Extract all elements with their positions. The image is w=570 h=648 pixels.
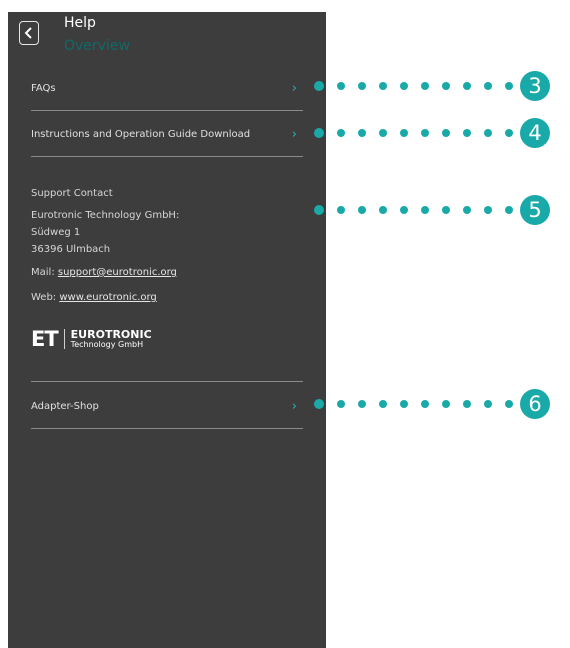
callout-dots — [314, 128, 526, 138]
callout-dot — [505, 129, 513, 137]
callout-dot — [421, 129, 429, 137]
callout-dot — [421, 400, 429, 408]
callout-dot — [442, 400, 450, 408]
callout-dot — [463, 400, 471, 408]
callout-dot — [379, 400, 387, 408]
callout-dot — [484, 400, 492, 408]
callout-dot — [400, 206, 408, 214]
mail-label: Mail: — [31, 267, 55, 278]
callout-dot — [337, 206, 345, 214]
callout-dot — [505, 400, 513, 408]
mail-line: Mail: support@eurotronic.org — [31, 267, 177, 278]
callout-number: 6 — [520, 389, 550, 419]
callout-dot — [442, 206, 450, 214]
callout-dot — [400, 82, 408, 90]
support-contact-heading: Support Contact — [31, 188, 113, 199]
instructions-menu-item[interactable]: Instructions and Operation Guide Downloa… — [31, 119, 303, 149]
divider — [31, 110, 303, 111]
adapter-shop-menu-item[interactable]: Adapter-Shop › — [31, 391, 303, 421]
callout-dot — [379, 129, 387, 137]
city-address: 36396 Ulmbach — [31, 244, 111, 255]
web-label: Web: — [31, 292, 57, 303]
instructions-label: Instructions and Operation Guide Downloa… — [31, 128, 251, 140]
mail-link[interactable]: support@eurotronic.org — [58, 267, 177, 278]
callout-number: 5 — [520, 195, 550, 225]
callout-dot — [421, 206, 429, 214]
web-link[interactable]: www.eurotronic.org — [59, 292, 156, 303]
divider — [31, 428, 303, 429]
callout-dot — [421, 82, 429, 90]
logo-mark: ET — [31, 327, 59, 351]
callout-dot — [337, 129, 345, 137]
help-screen: Help Overview FAQs › Instructions and Op… — [8, 12, 326, 648]
callout-dot — [463, 206, 471, 214]
callout-dot — [463, 129, 471, 137]
company-name: Eurotronic Technology GmbH: — [31, 210, 180, 221]
callout-dot — [484, 129, 492, 137]
callout-dot — [314, 128, 324, 138]
callout-dot — [505, 206, 513, 214]
callout-dot — [314, 399, 324, 409]
callout-dot — [442, 129, 450, 137]
callout-dot — [400, 400, 408, 408]
callout-dot — [314, 81, 324, 91]
callout-dot — [484, 206, 492, 214]
back-button[interactable] — [19, 21, 39, 45]
callout-dots — [314, 81, 526, 91]
chevron-right-icon: › — [291, 126, 297, 142]
page-title: Help — [64, 15, 96, 31]
adapter-shop-label: Adapter-Shop — [31, 400, 99, 412]
callout-6: 6 — [314, 389, 550, 419]
callout-dot — [484, 82, 492, 90]
callout-dot — [358, 129, 366, 137]
callout-dots — [314, 205, 526, 215]
callout-dot — [337, 400, 345, 408]
callout-dot — [442, 82, 450, 90]
callout-dot — [379, 82, 387, 90]
callout-4: 4 — [314, 118, 550, 148]
callout-dot — [379, 206, 387, 214]
chevron-right-icon: › — [291, 80, 297, 96]
callout-dot — [337, 82, 345, 90]
logo-subtitle: Technology GmbH — [70, 339, 144, 349]
street-address: Südweg 1 — [31, 227, 81, 238]
faqs-label: FAQs — [31, 82, 56, 94]
callout-dots — [314, 399, 526, 409]
page-subtitle: Overview — [64, 38, 130, 54]
callout-3: 3 — [314, 71, 550, 101]
callout-number: 3 — [520, 71, 550, 101]
chevron-left-icon — [24, 27, 32, 39]
eurotronic-logo: ET EUROTRONIC Technology GmbH — [31, 327, 152, 351]
divider — [31, 156, 303, 157]
web-line: Web: www.eurotronic.org — [31, 292, 157, 303]
callout-number: 4 — [520, 118, 550, 148]
callout-dot — [358, 400, 366, 408]
callout-dot — [358, 206, 366, 214]
divider — [31, 381, 303, 382]
faqs-menu-item[interactable]: FAQs › — [31, 73, 303, 103]
callout-dot — [358, 82, 366, 90]
logo-separator — [63, 329, 65, 349]
callout-dot — [463, 82, 471, 90]
callout-5: 5 — [314, 195, 550, 225]
chevron-right-icon: › — [291, 398, 297, 414]
callout-dot — [505, 82, 513, 90]
callout-dot — [314, 205, 324, 215]
logo-name: EUROTRONIC — [70, 327, 152, 341]
callout-dot — [400, 129, 408, 137]
